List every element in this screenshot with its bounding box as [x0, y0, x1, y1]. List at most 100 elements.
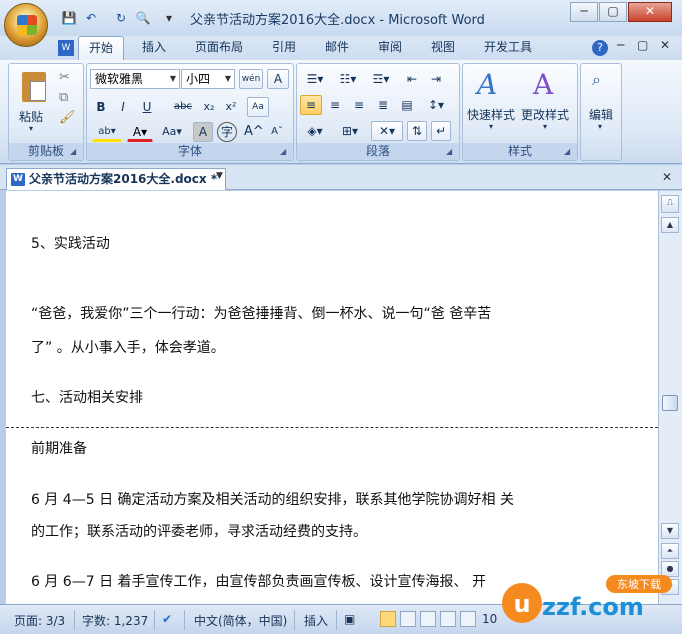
group-label-paragraph: 段落	[297, 143, 459, 160]
tab-review[interactable]: 审阅	[368, 36, 412, 60]
print-layout-view-icon[interactable]	[380, 611, 396, 627]
document-tab[interactable]: W 父亲节活动方案2016大全.docx *	[6, 168, 227, 190]
web-layout-view-icon[interactable]	[420, 611, 436, 627]
bold-button[interactable]: B	[92, 97, 110, 117]
tab-page-layout[interactable]: 页面布局	[185, 36, 253, 60]
vertical-scrollbar[interactable]: ⎍ ▲ ▼ ⏶ ● ⏷	[658, 191, 682, 604]
undo-icon[interactable]: ↶	[82, 9, 100, 27]
bullets-button[interactable]: ☰▾	[300, 69, 330, 89]
scroll-thumb[interactable]	[662, 395, 678, 411]
font-launcher-icon[interactable]: ◢	[280, 147, 290, 157]
full-screen-view-icon[interactable]	[400, 611, 416, 627]
outline-view-icon[interactable]	[440, 611, 456, 627]
ribbon-close-icon[interactable]: ✕	[660, 38, 670, 52]
draft-view-icon[interactable]	[460, 611, 476, 627]
font-name-select[interactable]: 微软雅黑 ▼	[90, 69, 180, 89]
watermark-logo-icon: u 东坡下载 zzf.com	[502, 575, 672, 623]
decrease-indent-button[interactable]: ⇤	[401, 69, 423, 89]
clipboard-launcher-icon[interactable]: ◢	[70, 147, 80, 157]
cut-icon[interactable]: ✂	[59, 70, 70, 85]
scroll-up-icon[interactable]: ▲	[661, 217, 679, 233]
highlight-button[interactable]: ab▾	[92, 122, 122, 142]
close-button[interactable]: ✕	[628, 2, 672, 22]
macro-record-icon[interactable]: ▣	[344, 612, 355, 626]
tab-insert[interactable]: 插入	[132, 36, 176, 60]
clear-format-button[interactable]: Aa	[247, 97, 269, 117]
previous-page-icon[interactable]: ⏶	[661, 543, 679, 559]
tab-view[interactable]: 视图	[421, 36, 465, 60]
chevron-down-icon[interactable]: ▾	[489, 122, 493, 131]
superscript-button[interactable]: x²	[221, 97, 241, 117]
char-shading-button[interactable]: A	[193, 122, 213, 142]
maximize-button[interactable]: ▢	[599, 2, 627, 22]
copy-icon[interactable]: ⧉	[59, 90, 68, 105]
proofing-icon[interactable]: ✔	[162, 612, 172, 626]
doc-line: 七、活动相关安排	[31, 390, 143, 406]
doc-line: 的工作；联系活动的评委老师，寻求活动经费的支持。	[31, 524, 367, 540]
zoom-level[interactable]: 10	[482, 612, 497, 626]
phonetic-guide-button[interactable]: wén	[239, 69, 263, 89]
increase-indent-button[interactable]: ⇥	[425, 69, 447, 89]
quick-styles-button[interactable]: 快速样式	[467, 106, 515, 123]
styles-launcher-icon[interactable]: ◢	[564, 147, 574, 157]
enclose-char-button[interactable]: 字	[217, 122, 237, 142]
distributed-button[interactable]: ▤	[396, 95, 418, 115]
font-size-select[interactable]: 小四 ▼	[181, 69, 235, 89]
customize-qat-icon[interactable]: ▾	[160, 9, 178, 27]
ribbon-restore-icon[interactable]: ▢	[637, 38, 648, 52]
binoculars-icon: ⌕	[592, 70, 601, 89]
editing-button[interactable]: 编辑	[589, 106, 613, 123]
align-right-button[interactable]: ≡	[348, 95, 370, 115]
show-marks-button[interactable]: ↵	[431, 121, 451, 141]
shading-button[interactable]: ◈▾	[300, 121, 330, 141]
group-label-styles: 样式	[463, 143, 577, 160]
format-painter-icon[interactable]: 🖌	[59, 110, 76, 125]
ruler-toggle-icon[interactable]: ⎍	[661, 195, 679, 213]
underline-button[interactable]: U	[136, 97, 158, 117]
page-break-divider	[6, 427, 658, 428]
change-styles-button[interactable]: 更改样式	[521, 106, 569, 123]
change-case-button[interactable]: Aa▾	[159, 122, 185, 142]
print-preview-icon[interactable]: 🔍	[134, 9, 152, 27]
italic-button[interactable]: I	[114, 97, 132, 117]
tab-home[interactable]: 开始	[78, 36, 125, 60]
borders-button[interactable]: ⊞▾	[335, 121, 365, 141]
sort-button[interactable]: ⇅	[407, 121, 427, 141]
language-indicator[interactable]: 中文(简体，中国)	[194, 612, 287, 629]
align-center-button[interactable]: ≡	[324, 95, 346, 115]
multilevel-list-button[interactable]: ☲▾	[366, 69, 396, 89]
tab-dropdown-icon[interactable]: ▼	[216, 171, 223, 181]
save-icon[interactable]: 💾	[60, 9, 78, 27]
justify-button[interactable]: ≣	[372, 95, 394, 115]
chevron-down-icon[interactable]: ▾	[543, 122, 547, 131]
strikethrough-button[interactable]: abc	[171, 97, 195, 117]
document-page[interactable]: 5、实践活动 “爸爸，我爱你”三个一行动：为爸爸捶捶背、倒一杯水、说一句“爸 爸…	[6, 191, 658, 604]
office-button[interactable]	[4, 3, 48, 47]
tab-references[interactable]: 引用	[262, 36, 306, 60]
close-document-icon[interactable]: ✕	[662, 170, 672, 184]
line-spacing-button[interactable]: ↕▾	[421, 95, 451, 115]
word-count[interactable]: 字数: 1,237	[82, 612, 148, 629]
tab-developer[interactable]: 开发工具	[474, 36, 542, 60]
chinese-layout-button[interactable]: ✕▾	[371, 121, 403, 141]
change-case-label: Aa	[162, 125, 177, 138]
grow-font-button[interactable]: A^	[243, 122, 264, 142]
align-left-button[interactable]: ≡	[300, 95, 322, 115]
numbering-button[interactable]: ☷▾	[333, 69, 363, 89]
font-color-button[interactable]: A▾	[127, 122, 153, 142]
page-count[interactable]: 页面: 3/3	[14, 612, 65, 629]
scroll-down-icon[interactable]: ▼	[661, 523, 679, 539]
char-border-button[interactable]: A	[267, 69, 289, 89]
ribbon-minimize-icon[interactable]: ─	[617, 38, 624, 52]
tab-mailings[interactable]: 邮件	[315, 36, 359, 60]
subscript-button[interactable]: x₂	[199, 97, 219, 117]
paragraph-launcher-icon[interactable]: ◢	[446, 147, 456, 157]
insert-mode[interactable]: 插入	[304, 612, 328, 629]
redo-icon[interactable]: ↻	[112, 9, 130, 27]
paste-dropdown-icon[interactable]: ▾	[29, 124, 33, 133]
minimize-button[interactable]: ─	[570, 2, 598, 22]
paste-button[interactable]	[19, 68, 49, 108]
shrink-font-button[interactable]: Aˇ	[267, 122, 287, 142]
chevron-down-icon[interactable]: ▾	[598, 122, 602, 131]
help-icon[interactable]: ?	[592, 40, 608, 56]
